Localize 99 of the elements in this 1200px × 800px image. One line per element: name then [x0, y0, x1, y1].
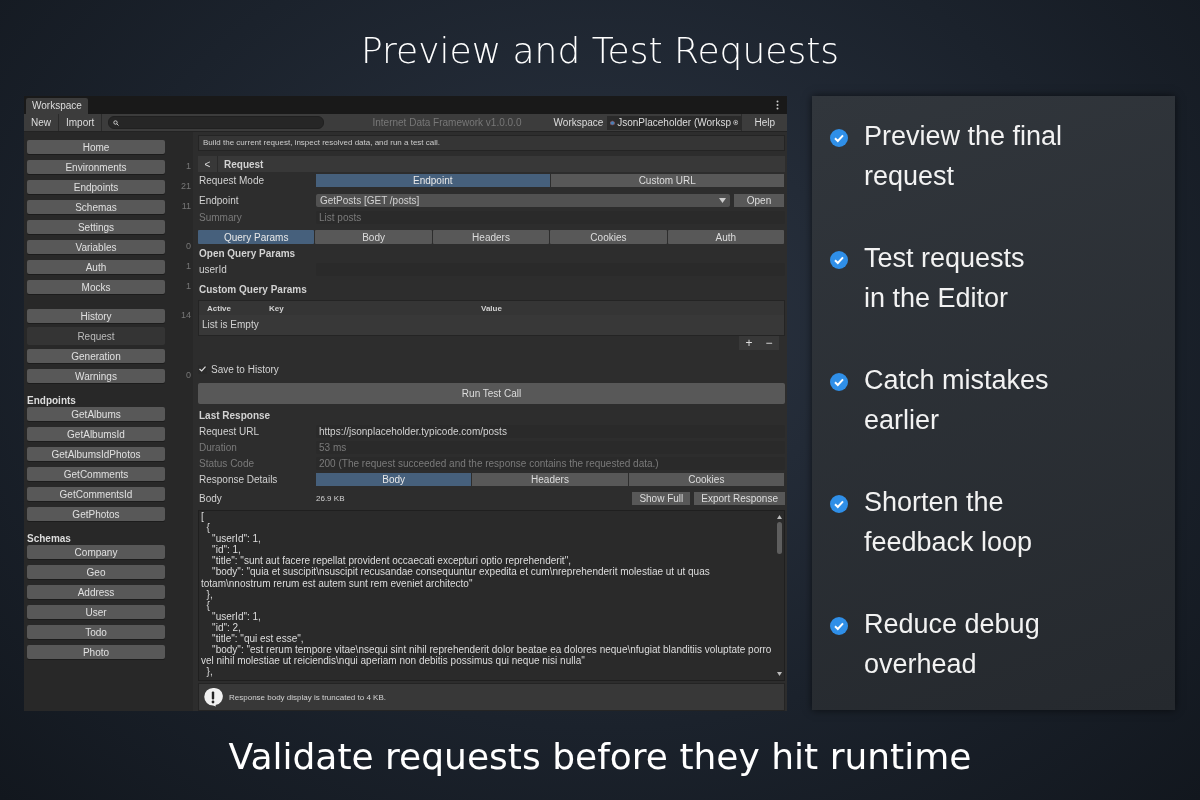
item-count: 1	[185, 160, 191, 172]
subsection-title: Custom Query Params	[198, 283, 308, 297]
column-header: Active	[206, 303, 232, 313]
section-title: Schemas	[26, 532, 72, 545]
list-button[interactable]: Todo	[27, 625, 165, 639]
nav-button[interactable]: Request	[27, 327, 165, 345]
response-body: [ { "userId": 1, "id": 1, "title": "sunt aut facere repellat provident occaecati excepturi optio reprehenderit", "body": "quia et suscipit\nsuscipit recusandae consequuntur expedita et cum\nreprehenderit molestiae ut ut quas totam\nnostrum rerum est autem sunt rem eveniet architecto" }, { "userId": 1, "id": 2, "title": "qui est esse", "body": "est rerum tempore vitae\nsequi sint nihil reprehenderit dolor beatae ea dolores neque\nfugiat blanditiis voluptate porro vel nihil molestiae ut reiciendis\nqui aperiam non debitis possimus qui neque nisi nulla" },	[200, 511, 773, 680]
tab[interactable]: Cookies	[550, 230, 667, 244]
item-count: 14	[180, 309, 191, 321]
field-label: Request Mode	[198, 175, 266, 186]
nav-button[interactable]: History	[27, 309, 165, 323]
list-button[interactable]: User	[27, 605, 165, 619]
tab[interactable]: Cookies	[628, 473, 784, 486]
item-count: 21	[180, 180, 191, 192]
tab[interactable]: Headers	[432, 230, 550, 244]
workspace-field[interactable]: JsonPlaceholder (Worksp	[607, 115, 742, 130]
column-header: Key	[268, 303, 285, 313]
tab[interactable]: Auth	[667, 230, 785, 244]
more-icon[interactable]	[776, 100, 779, 110]
run-button[interactable]: Run Test Call	[198, 383, 785, 404]
nav-button[interactable]: Home	[27, 140, 165, 154]
back-button[interactable]: <	[198, 156, 218, 172]
field-label: Body	[198, 493, 223, 504]
list-button[interactable]: Photo	[27, 645, 165, 659]
nav-button[interactable]: Settings	[27, 220, 165, 234]
field-label: userId	[198, 264, 228, 275]
field-label: Duration	[198, 441, 238, 453]
cube-icon	[610, 118, 616, 127]
endpoint-dropdown[interactable]: GetPosts [GET /posts]	[316, 194, 730, 207]
add-button[interactable]: +	[739, 336, 759, 350]
description-bar: Build the current request, inspect resolved data, and run a test call.	[198, 135, 785, 151]
warning-icon	[203, 687, 223, 707]
feature-text: Reduce debug overhead	[864, 608, 1040, 681]
item-count: 1	[185, 280, 191, 292]
check-icon	[830, 495, 848, 513]
subsection-title: Last Response	[198, 409, 272, 423]
check-icon	[830, 129, 848, 147]
field-label: Status Code	[198, 457, 256, 469]
caret-icon	[719, 198, 726, 203]
target-icon[interactable]	[733, 118, 739, 127]
headline: Preview and Test Requests	[359, 28, 841, 73]
field-label: Response Details	[198, 474, 279, 485]
search-field[interactable]	[108, 116, 325, 129]
list-button[interactable]: GetComments	[27, 467, 165, 481]
nav-button[interactable]: Generation	[27, 349, 165, 363]
tab[interactable]: Body	[316, 473, 472, 486]
help-button[interactable]: Help	[741, 114, 787, 131]
tab[interactable]: Custom URL	[550, 174, 784, 187]
feature-text: Test requests in the Editor	[864, 242, 1025, 315]
item-count: 1	[185, 260, 191, 272]
field-label: Endpoint	[198, 195, 240, 206]
toolbar-button[interactable]: New	[24, 114, 59, 131]
list-button[interactable]: Company	[27, 545, 165, 559]
action-button[interactable]: Show Full	[632, 492, 691, 505]
list-button[interactable]: Geo	[27, 565, 165, 579]
nav-button[interactable]: Endpoints	[27, 180, 165, 194]
item-count: 11	[180, 200, 191, 212]
list-button[interactable]: GetAlbumsIdPhotos	[27, 447, 165, 461]
empty-message: List is Empty	[199, 315, 784, 335]
toolbar-button[interactable]: Import	[59, 114, 103, 131]
search-icon	[113, 119, 120, 126]
workspace-label: Workspace	[552, 117, 605, 128]
nav-button[interactable]: Warnings	[27, 369, 165, 383]
section-title: Endpoints	[26, 394, 77, 407]
check-icon	[830, 373, 848, 391]
nav-button[interactable]: Auth	[27, 260, 165, 274]
body-size: 26.9 KB	[316, 494, 346, 503]
window-tab[interactable]: Workspace	[26, 98, 88, 114]
field-label: Request URL	[198, 425, 261, 437]
list-button[interactable]: GetAlbumsId	[27, 427, 165, 441]
header-title: Request	[223, 158, 264, 170]
subsection-title: Open Query Params	[198, 247, 297, 261]
tab[interactable]: Body	[315, 230, 432, 244]
caption: Validate requests before they hit runtime	[227, 734, 973, 779]
open-button[interactable]: Open	[734, 194, 784, 207]
checkbox-label: Save to History	[211, 363, 279, 375]
check-icon	[830, 251, 848, 269]
item-count: 0	[185, 240, 191, 252]
tab[interactable]: Query Params	[198, 230, 315, 244]
feature-text: Catch mistakes earlier	[864, 364, 1049, 437]
tab[interactable]: Headers	[472, 473, 628, 486]
notice-text: Response body display is truncated to 4 KB.	[229, 692, 386, 702]
nav-button[interactable]: Mocks	[27, 280, 165, 294]
item-count: 0	[185, 369, 191, 381]
field-label: Summary	[198, 212, 243, 223]
nav-button[interactable]: Schemas	[27, 200, 165, 214]
action-button[interactable]: Export Response	[694, 492, 785, 505]
list-button[interactable]: Address	[27, 585, 165, 599]
tab[interactable]: Endpoint	[316, 174, 550, 187]
remove-button[interactable]: −	[759, 336, 779, 350]
check-icon	[830, 617, 848, 635]
feature-text: Shorten the feedback loop	[864, 486, 1033, 559]
nav-button[interactable]: Environments	[27, 160, 165, 174]
list-button[interactable]: GetCommentsId	[27, 487, 165, 501]
list-button[interactable]: GetAlbums	[27, 407, 165, 421]
list-button[interactable]: GetPhotos	[27, 507, 165, 521]
feature-text: Preview the final request	[864, 120, 1063, 193]
column-header: Value	[480, 303, 503, 313]
nav-button[interactable]: Variables	[27, 240, 165, 254]
